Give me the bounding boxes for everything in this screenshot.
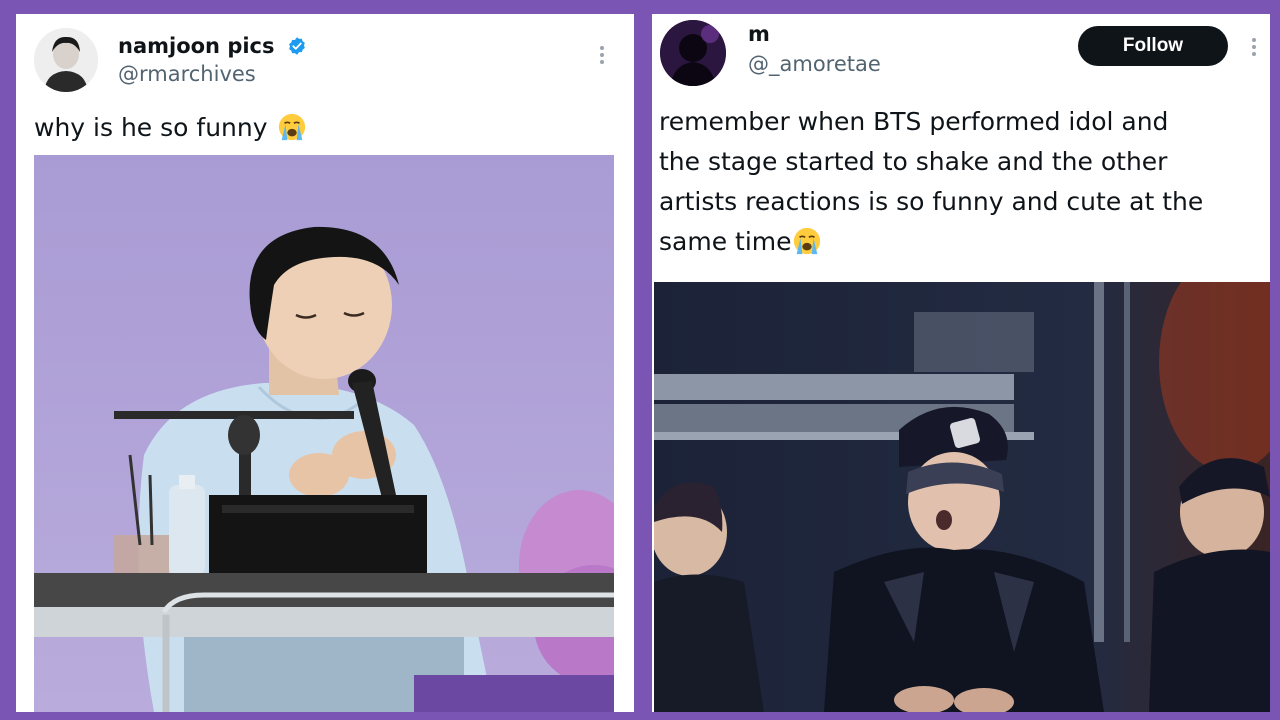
tweet-text-line: artists reactions is so funny and cute a… (659, 187, 1204, 216)
tweet-text-line: same time (659, 227, 792, 256)
tweet-text-last-line: same time (659, 222, 1270, 262)
tweet-text-line: remember when BTS performed idol and (659, 107, 1169, 136)
avatar[interactable] (34, 28, 98, 92)
tweet-card-right[interactable]: m @_amoretae Follow remember when BTS pe… (652, 14, 1270, 712)
more-options-icon[interactable] (600, 46, 606, 64)
tweet-media-photo[interactable] (654, 282, 1270, 712)
tweet-text: why is he so funny (34, 108, 307, 148)
display-name-text: namjoon pics (118, 34, 275, 58)
display-name[interactable]: namjoon pics (118, 34, 307, 58)
tweet-text-line: the stage started to shake and the other (659, 147, 1168, 176)
tweet-card-left[interactable]: namjoon pics @rmarchives why is he so fu… (16, 14, 634, 712)
avatar-photo-icon (34, 28, 98, 92)
tweet-text-content: why is he so funny (34, 113, 268, 142)
verified-badge-icon (288, 37, 305, 55)
loudly-crying-face-icon (279, 113, 306, 141)
display-name[interactable]: m (748, 22, 770, 46)
avatar[interactable] (660, 20, 726, 86)
more-options-icon[interactable] (1252, 38, 1258, 56)
photo-audience-reaction-icon (654, 282, 1270, 712)
display-name-text: m (748, 22, 770, 46)
avatar-photo-icon (660, 20, 726, 86)
tweet-text: remember when BTS performed idol and the… (659, 102, 1270, 262)
follow-button[interactable]: Follow (1078, 26, 1228, 66)
loudly-crying-face-icon (793, 227, 820, 255)
tweet-media-photo[interactable] (34, 155, 614, 712)
photo-man-singing-icon (34, 155, 614, 712)
handle[interactable]: @rmarchives (118, 62, 256, 86)
handle[interactable]: @_amoretae (748, 52, 881, 76)
